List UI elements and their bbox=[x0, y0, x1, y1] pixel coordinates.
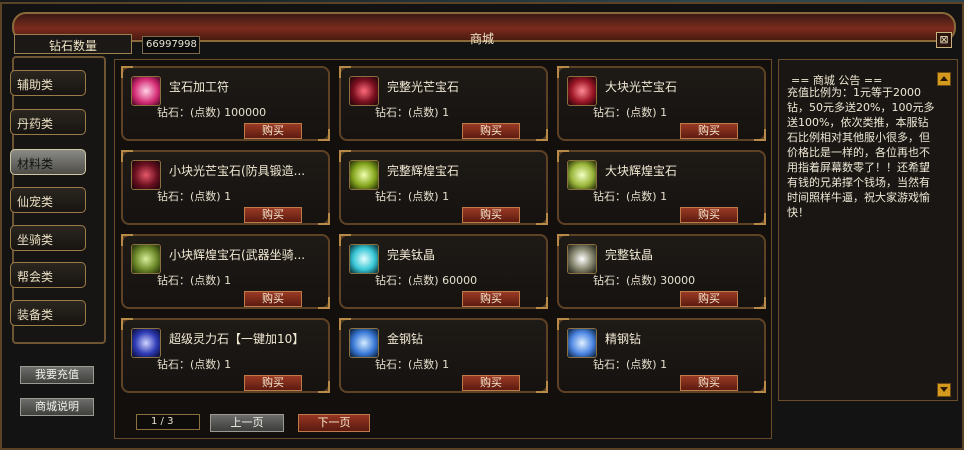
item-card: 大块光芒宝石 钻石：(点数) 1 购买 bbox=[557, 66, 766, 141]
item-name: 完整光芒宝石 bbox=[387, 80, 460, 94]
item-name: 完美钛晶 bbox=[387, 248, 436, 262]
item-name: 金钢钻 bbox=[387, 332, 424, 346]
shop-window: 商城 ⊠ 钻石数量 66997998 辅助类 丹药类 材料类 仙宠类 坐骑类 帮… bbox=[0, 2, 964, 450]
item-price: 钻石：(点数) 1 bbox=[593, 106, 668, 119]
scroll-up-icon[interactable] bbox=[937, 72, 951, 86]
item-card: 完美钛晶 钻石：(点数) 60000 购买 bbox=[339, 234, 548, 309]
buy-button[interactable]: 购买 bbox=[680, 123, 738, 139]
item-price: 钻石：(点数) 1 bbox=[157, 190, 232, 203]
scroll-down-icon[interactable] bbox=[937, 383, 951, 397]
item-card: 精钢钻 钻石：(点数) 1 购买 bbox=[557, 318, 766, 393]
item-price: 钻石：(点数) 100000 bbox=[157, 106, 267, 119]
item-name: 完整钛晶 bbox=[605, 248, 654, 262]
buy-button[interactable]: 购买 bbox=[244, 291, 302, 307]
item-name: 小块光芒宝石(防具锻造... bbox=[169, 164, 306, 178]
buy-button[interactable]: 购买 bbox=[680, 375, 738, 391]
item-price: 钻石：(点数) 1 bbox=[375, 190, 450, 203]
item-price: 钻石：(点数) 1 bbox=[593, 358, 668, 371]
blue-spark-icon bbox=[567, 328, 597, 358]
green-crystal-icon bbox=[567, 160, 597, 190]
item-card: 金钢钻 钻石：(点数) 1 购买 bbox=[339, 318, 548, 393]
category-mount[interactable]: 坐骑类 bbox=[10, 225, 86, 251]
scroll-icon bbox=[131, 76, 161, 106]
item-name: 大块光芒宝石 bbox=[605, 80, 678, 94]
shop-help-button[interactable]: 商城说明 bbox=[20, 398, 94, 416]
item-card: 完整辉煌宝石 钻石：(点数) 1 购买 bbox=[339, 150, 548, 225]
category-material[interactable]: 材料类 bbox=[10, 149, 86, 175]
item-grid: 宝石加工符 钻石：(点数) 100000 购买 完整光芒宝石 钻石：(点数) 1… bbox=[114, 59, 772, 439]
diamond-count-value-box: 66997998 bbox=[142, 36, 200, 54]
prev-page-button[interactable]: 上一页 bbox=[210, 414, 284, 432]
cyan-orb-icon bbox=[349, 244, 379, 274]
diamond-count-value: 66997998 bbox=[146, 39, 197, 50]
item-name: 精钢钻 bbox=[605, 332, 642, 346]
buy-button[interactable]: 购买 bbox=[244, 375, 302, 391]
diamond-count-label-box: 钻石数量 bbox=[14, 34, 132, 54]
announcement-panel: == 商城 公告 == 充值比例为：1元等于2000钻，50元多送20%，100… bbox=[778, 59, 958, 401]
buy-button[interactable]: 购买 bbox=[680, 207, 738, 223]
item-card: 超级灵力石【一键加10】 钻石：(点数) 1 购买 bbox=[121, 318, 330, 393]
item-card: 宝石加工符 钻石：(点数) 100000 购买 bbox=[121, 66, 330, 141]
buy-button[interactable]: 购买 bbox=[462, 123, 520, 139]
item-card: 完整光芒宝石 钻石：(点数) 1 购买 bbox=[339, 66, 548, 141]
category-elixir[interactable]: 丹药类 bbox=[10, 109, 86, 135]
item-price: 钻石：(点数) 60000 bbox=[375, 274, 478, 287]
buy-button[interactable]: 购买 bbox=[244, 207, 302, 223]
close-button[interactable]: ⊠ bbox=[936, 32, 952, 48]
blue-rune-icon bbox=[131, 328, 161, 358]
recharge-button[interactable]: 我要充值 bbox=[20, 366, 94, 384]
category-assist[interactable]: 辅助类 bbox=[10, 70, 86, 96]
item-price: 钻石：(点数) 1 bbox=[375, 106, 450, 119]
item-price: 钻石：(点数) 1 bbox=[593, 190, 668, 203]
blue-spark-icon bbox=[349, 328, 379, 358]
item-price: 钻石：(点数) 30000 bbox=[593, 274, 696, 287]
item-card: 大块辉煌宝石 钻石：(点数) 1 购买 bbox=[557, 150, 766, 225]
item-name: 超级灵力石【一键加10】 bbox=[169, 332, 305, 346]
buy-button[interactable]: 购买 bbox=[462, 207, 520, 223]
page-indicator: 1 / 3 bbox=[151, 416, 174, 427]
category-pet[interactable]: 仙宠类 bbox=[10, 187, 86, 213]
item-name: 宝石加工符 bbox=[169, 80, 230, 94]
diamond-count-label: 钻石数量 bbox=[48, 39, 97, 53]
red-gem-icon bbox=[349, 76, 379, 106]
item-name: 完整辉煌宝石 bbox=[387, 164, 460, 178]
red-gem-small-icon bbox=[131, 160, 161, 190]
buy-button[interactable]: 购买 bbox=[244, 123, 302, 139]
item-card: 小块光芒宝石(防具锻造... 钻石：(点数) 1 购买 bbox=[121, 150, 330, 225]
red-crystal-icon bbox=[567, 76, 597, 106]
page-indicator-box: 1 / 3 bbox=[136, 414, 200, 430]
item-name: 大块辉煌宝石 bbox=[605, 164, 678, 178]
item-name: 小块辉煌宝石(武器坐骑... bbox=[169, 248, 306, 262]
next-page-button[interactable]: 下一页 bbox=[298, 414, 370, 432]
green-gem-icon bbox=[349, 160, 379, 190]
item-price: 钻石：(点数) 1 bbox=[157, 358, 232, 371]
category-equipment[interactable]: 装备类 bbox=[10, 300, 86, 326]
green-gem-small-icon bbox=[131, 244, 161, 274]
buy-button[interactable]: 购买 bbox=[462, 375, 520, 391]
buy-button[interactable]: 购买 bbox=[462, 291, 520, 307]
item-card: 小块辉煌宝石(武器坐骑... 钻石：(点数) 1 购买 bbox=[121, 234, 330, 309]
buy-button[interactable]: 购买 bbox=[680, 291, 738, 307]
item-price: 钻石：(点数) 1 bbox=[375, 358, 450, 371]
announcement-body: 充值比例为：1元等于2000钻，50元多送20%，100元多送100%，依次类推… bbox=[787, 86, 935, 219]
category-guild[interactable]: 帮会类 bbox=[10, 262, 86, 288]
item-card: 完整钛晶 钻石：(点数) 30000 购买 bbox=[557, 234, 766, 309]
item-price: 钻石：(点数) 1 bbox=[157, 274, 232, 287]
white-orb-icon bbox=[567, 244, 597, 274]
